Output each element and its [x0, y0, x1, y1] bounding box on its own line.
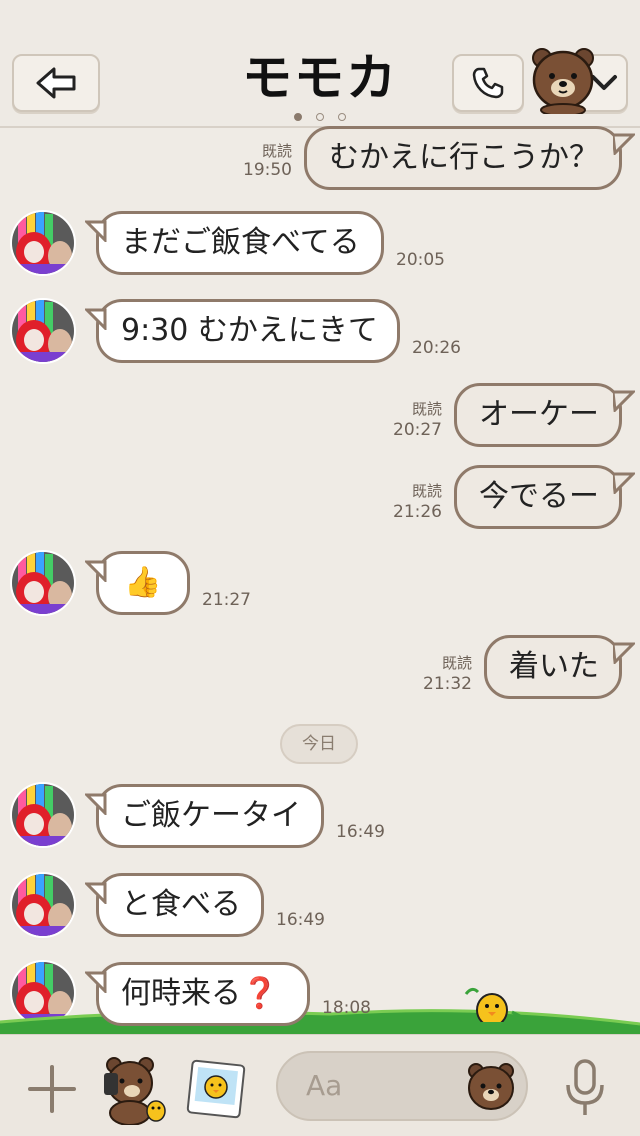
- bubble-tail: [85, 560, 107, 582]
- bubble-tail: [613, 642, 635, 664]
- bubble-tail: [85, 220, 107, 242]
- message-text: 着いた: [509, 649, 599, 684]
- bubble-tail: [613, 390, 635, 412]
- message-time: 20:26: [412, 338, 461, 358]
- avatar-image: [12, 300, 74, 362]
- message-text: オーケー: [479, 397, 599, 432]
- message-text: と食べる: [121, 887, 241, 922]
- photo-icon[interactable]: [186, 1057, 246, 1121]
- message-bubble-outgoing[interactable]: むかえに行こうか？: [304, 126, 635, 190]
- message-bubble-incoming[interactable]: 👍: [85, 551, 190, 615]
- contact-avatar[interactable]: [10, 210, 76, 276]
- avatar-image: [12, 552, 74, 614]
- message-text: まだご飯食べてる: [121, 225, 360, 260]
- message-bubble-outgoing[interactable]: オーケー: [454, 383, 635, 447]
- emoji-icon[interactable]: [464, 1059, 518, 1113]
- message-text: むかえに行こうか？: [329, 140, 599, 175]
- phone-icon: [472, 67, 504, 99]
- thumbs-up-emoji: 👍: [124, 565, 162, 600]
- message-time: 19:50: [243, 160, 292, 180]
- message-time: 20:05: [396, 250, 445, 270]
- read-receipt: 既読: [411, 482, 442, 500]
- brown-bear-icon: [532, 48, 594, 114]
- message-time: 16:49: [336, 822, 385, 842]
- message-bubble-incoming[interactable]: ご飯ケータイ: [85, 784, 324, 848]
- pager-dot: [294, 113, 302, 121]
- bubble-tail: [85, 308, 107, 330]
- call-button[interactable]: [452, 54, 524, 112]
- message-time: 18:08: [322, 998, 371, 1018]
- message-time: 16:49: [276, 910, 325, 930]
- pager-dot: [316, 113, 324, 121]
- contact-avatar[interactable]: [10, 298, 76, 364]
- sticker-icon[interactable]: [98, 1051, 172, 1125]
- message-text: ご飯ケータイ: [121, 798, 301, 833]
- message-bubble-outgoing[interactable]: 今でるー: [454, 465, 635, 529]
- message-time: 21:26: [393, 502, 442, 522]
- message-text: 今でるー: [479, 479, 599, 514]
- avatar-image: [12, 212, 74, 274]
- read-receipt: 既読: [261, 142, 292, 160]
- plus-icon[interactable]: [26, 1063, 78, 1115]
- message-text: 9:30 むかえにきて: [121, 313, 378, 348]
- message-bubble-outgoing[interactable]: 着いた: [484, 635, 635, 699]
- bubble-tail: [613, 472, 635, 494]
- bubble-tail: [613, 133, 635, 155]
- contact-avatar[interactable]: [10, 782, 76, 848]
- message-time: 21:27: [202, 590, 251, 610]
- message-bubble-incoming[interactable]: 何時来る❓: [85, 962, 310, 1026]
- microphone-icon[interactable]: [562, 1057, 608, 1119]
- contact-avatar[interactable]: [10, 872, 76, 938]
- message-time: 20:27: [393, 420, 442, 440]
- message-bubble-incoming[interactable]: まだご飯食べてる: [85, 211, 384, 275]
- bubble-tail: [85, 971, 107, 993]
- bubble-tail: [85, 793, 107, 815]
- pager-dot: [338, 113, 346, 121]
- message-time: 21:32: [423, 674, 472, 694]
- read-receipt: 既読: [441, 654, 472, 672]
- chat-header: モモカ: [0, 0, 640, 128]
- message-text: 何時来る❓: [121, 976, 279, 1011]
- chick-icon: [464, 987, 521, 1022]
- avatar-image: [12, 784, 74, 846]
- read-receipt: 既読: [411, 400, 442, 418]
- avatar-image: [12, 874, 74, 936]
- contact-avatar[interactable]: [10, 550, 76, 616]
- bubble-tail: [85, 882, 107, 904]
- message-bubble-incoming[interactable]: と食べる: [85, 873, 264, 937]
- input-placeholder: Aa: [306, 1069, 343, 1102]
- date-separator: 今日: [280, 724, 358, 764]
- message-input[interactable]: Aa: [276, 1051, 528, 1121]
- message-bubble-incoming[interactable]: 9:30 むかえにきて: [85, 299, 400, 363]
- composer-bar: Aa: [0, 1034, 640, 1136]
